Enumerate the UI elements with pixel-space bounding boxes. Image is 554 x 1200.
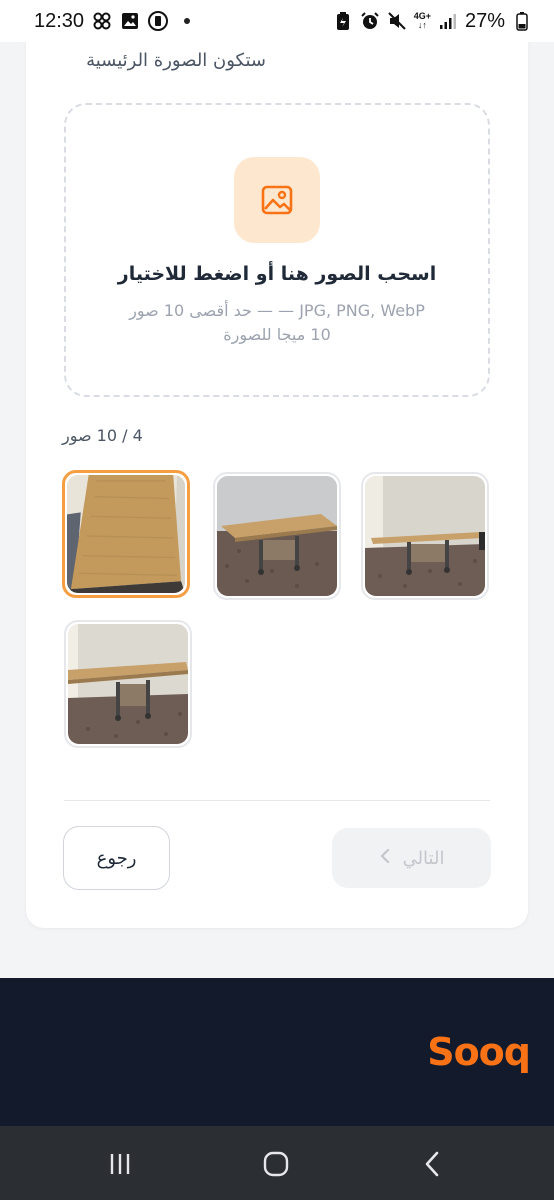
divider xyxy=(64,800,490,801)
main-photo-hint: ستكون الصورة الرئيسية xyxy=(86,50,266,71)
dropzone-size-limit: 10 ميجا للصورة xyxy=(223,325,331,344)
back-button[interactable]: رجوع xyxy=(63,826,170,890)
signal-icon xyxy=(438,11,458,31)
dropzone-limits: JPG, PNG, WebP — — حد أقصى 10 صور xyxy=(129,301,425,320)
pinwheel-icon xyxy=(92,11,112,31)
status-right: 4G+ ↓↑ 27% xyxy=(333,10,532,33)
dropzone-title: اسحب الصور هنا أو اضغط للاختيار xyxy=(117,263,437,285)
photo-counter: 4 / 10 صور xyxy=(62,426,143,445)
system-nav-bar xyxy=(0,1126,554,1200)
back-button-label: رجوع xyxy=(96,847,137,869)
photo-dropzone[interactable]: اسحب الصور هنا أو اضغط للاختيار JPG, PNG… xyxy=(64,103,490,397)
home-icon[interactable] xyxy=(256,1144,296,1184)
battery-icon xyxy=(512,11,532,31)
upload-card: ستكون الصورة الرئيسية اسحب الصور هنا أو … xyxy=(26,0,528,928)
mute-icon xyxy=(387,11,407,31)
network-type: 4G+ ↓↑ xyxy=(413,11,431,30)
next-button-label: التالي xyxy=(402,847,445,869)
recent-apps-icon[interactable] xyxy=(100,1144,140,1184)
battery-percent: 27% xyxy=(464,9,505,32)
next-button[interactable]: التالي xyxy=(332,828,491,888)
site-footer: Sooq xyxy=(0,978,554,1126)
image-icon xyxy=(120,11,140,31)
status-bar: 12:30 4G+ ↓↑ 27% xyxy=(0,0,554,42)
image-icon xyxy=(234,157,320,243)
photo-thumbnail-1[interactable] xyxy=(62,470,190,598)
alarm-icon xyxy=(360,11,380,31)
photo-thumbnail-4[interactable] xyxy=(64,620,192,748)
app-icon xyxy=(148,11,169,31)
photo-thumbnail-3[interactable] xyxy=(361,472,489,600)
sooq-logo[interactable]: Sooq xyxy=(427,1030,531,1074)
back-nav-icon[interactable] xyxy=(412,1144,452,1184)
photo-thumbnail-2[interactable] xyxy=(213,472,341,600)
status-left: 12:30 xyxy=(34,9,191,33)
chevron-left-icon xyxy=(379,848,391,869)
battery-saver-icon xyxy=(333,11,353,31)
clock: 12:30 xyxy=(34,9,85,32)
dot-icon xyxy=(184,18,191,24)
